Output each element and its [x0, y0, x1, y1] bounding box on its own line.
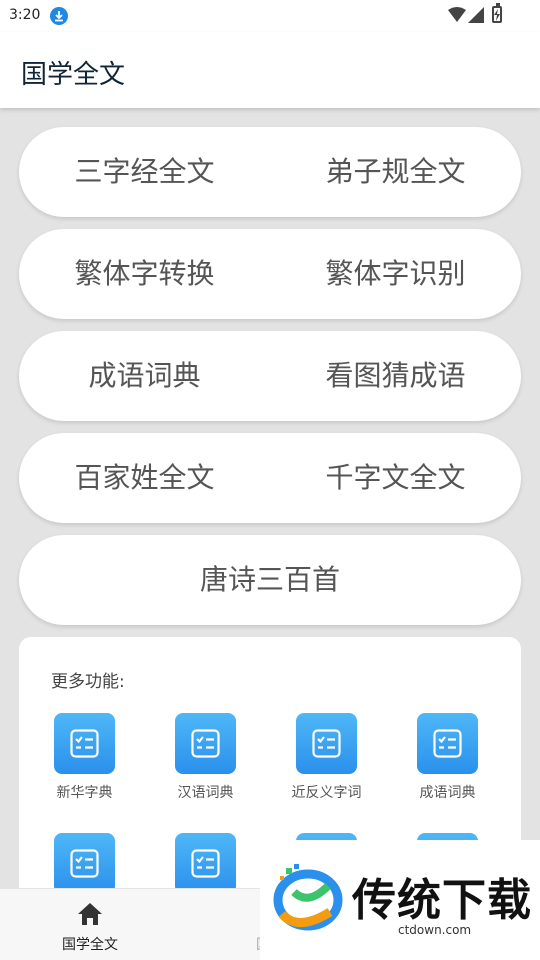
- home-icon: [78, 903, 102, 925]
- page-title: 国学全文: [21, 60, 126, 90]
- watermark-brand: 传统下载: [352, 875, 532, 926]
- checklist-icon: [54, 713, 115, 774]
- checklist-icon: [296, 713, 357, 774]
- checklist-icon: [54, 833, 115, 894]
- checklist-icon: [417, 713, 478, 774]
- feature-xinhua-dictionary[interactable]: 新华字典: [24, 713, 145, 802]
- app-bar: 国学全文: [0, 32, 540, 108]
- traditional-recognize-button[interactable]: 繁体字识别: [270, 229, 521, 319]
- sanzijing-button[interactable]: 三字经全文: [19, 127, 270, 217]
- watermark-url: ctdown.com: [398, 923, 472, 937]
- status-bar: 3:20: [0, 0, 540, 32]
- menu-row-3: 成语词典 看图猜成语: [19, 331, 521, 421]
- feature-label: 成语词典: [419, 785, 476, 801]
- nav-tab-guoxue[interactable]: 国学全文: [0, 889, 180, 960]
- idiom-dictionary-button[interactable]: 成语词典: [19, 331, 270, 421]
- baijiaxing-button[interactable]: 百家姓全文: [19, 433, 270, 523]
- tang-poems-button[interactable]: 唐诗三百首: [19, 535, 521, 625]
- feature-item-6[interactable]: [145, 833, 266, 894]
- feature-chinese-dictionary[interactable]: 汉语词典: [145, 713, 266, 802]
- feature-label: 新华字典: [56, 785, 113, 801]
- feature-label: 汉语词典: [177, 785, 234, 801]
- guess-idiom-button[interactable]: 看图猜成语: [270, 331, 521, 421]
- checklist-icon: [175, 833, 236, 894]
- menu-row-1: 三字经全文 弟子规全文: [19, 127, 521, 217]
- feature-idiom-dictionary[interactable]: 成语词典: [387, 713, 508, 802]
- ctdown-logo-icon: [273, 864, 343, 931]
- status-time: 3:20: [9, 7, 41, 23]
- wifi-icon: [448, 7, 466, 22]
- feature-label: 近反义字词: [291, 785, 362, 801]
- more-features-title: 更多功能:: [51, 672, 125, 692]
- menu-row-2: 繁体字转换 繁体字识别: [19, 229, 521, 319]
- qianziwen-button[interactable]: 千字文全文: [270, 433, 521, 523]
- menu-row-5: 唐诗三百首: [19, 535, 521, 625]
- dizigui-button[interactable]: 弟子规全文: [270, 127, 521, 217]
- feature-synonyms-antonyms[interactable]: 近反义字词: [266, 713, 387, 802]
- nav-label: 国学全文: [62, 937, 118, 953]
- signal-icon: [468, 7, 484, 23]
- watermark: 传统下载 ctdown.com: [260, 840, 540, 960]
- traditional-convert-button[interactable]: 繁体字转换: [19, 229, 270, 319]
- battery-icon: [492, 3, 502, 23]
- menu-row-4: 百家姓全文 千字文全文: [19, 433, 521, 523]
- feature-item-5[interactable]: [24, 833, 145, 894]
- checklist-icon: [175, 713, 236, 774]
- download-notification-icon: [50, 7, 68, 25]
